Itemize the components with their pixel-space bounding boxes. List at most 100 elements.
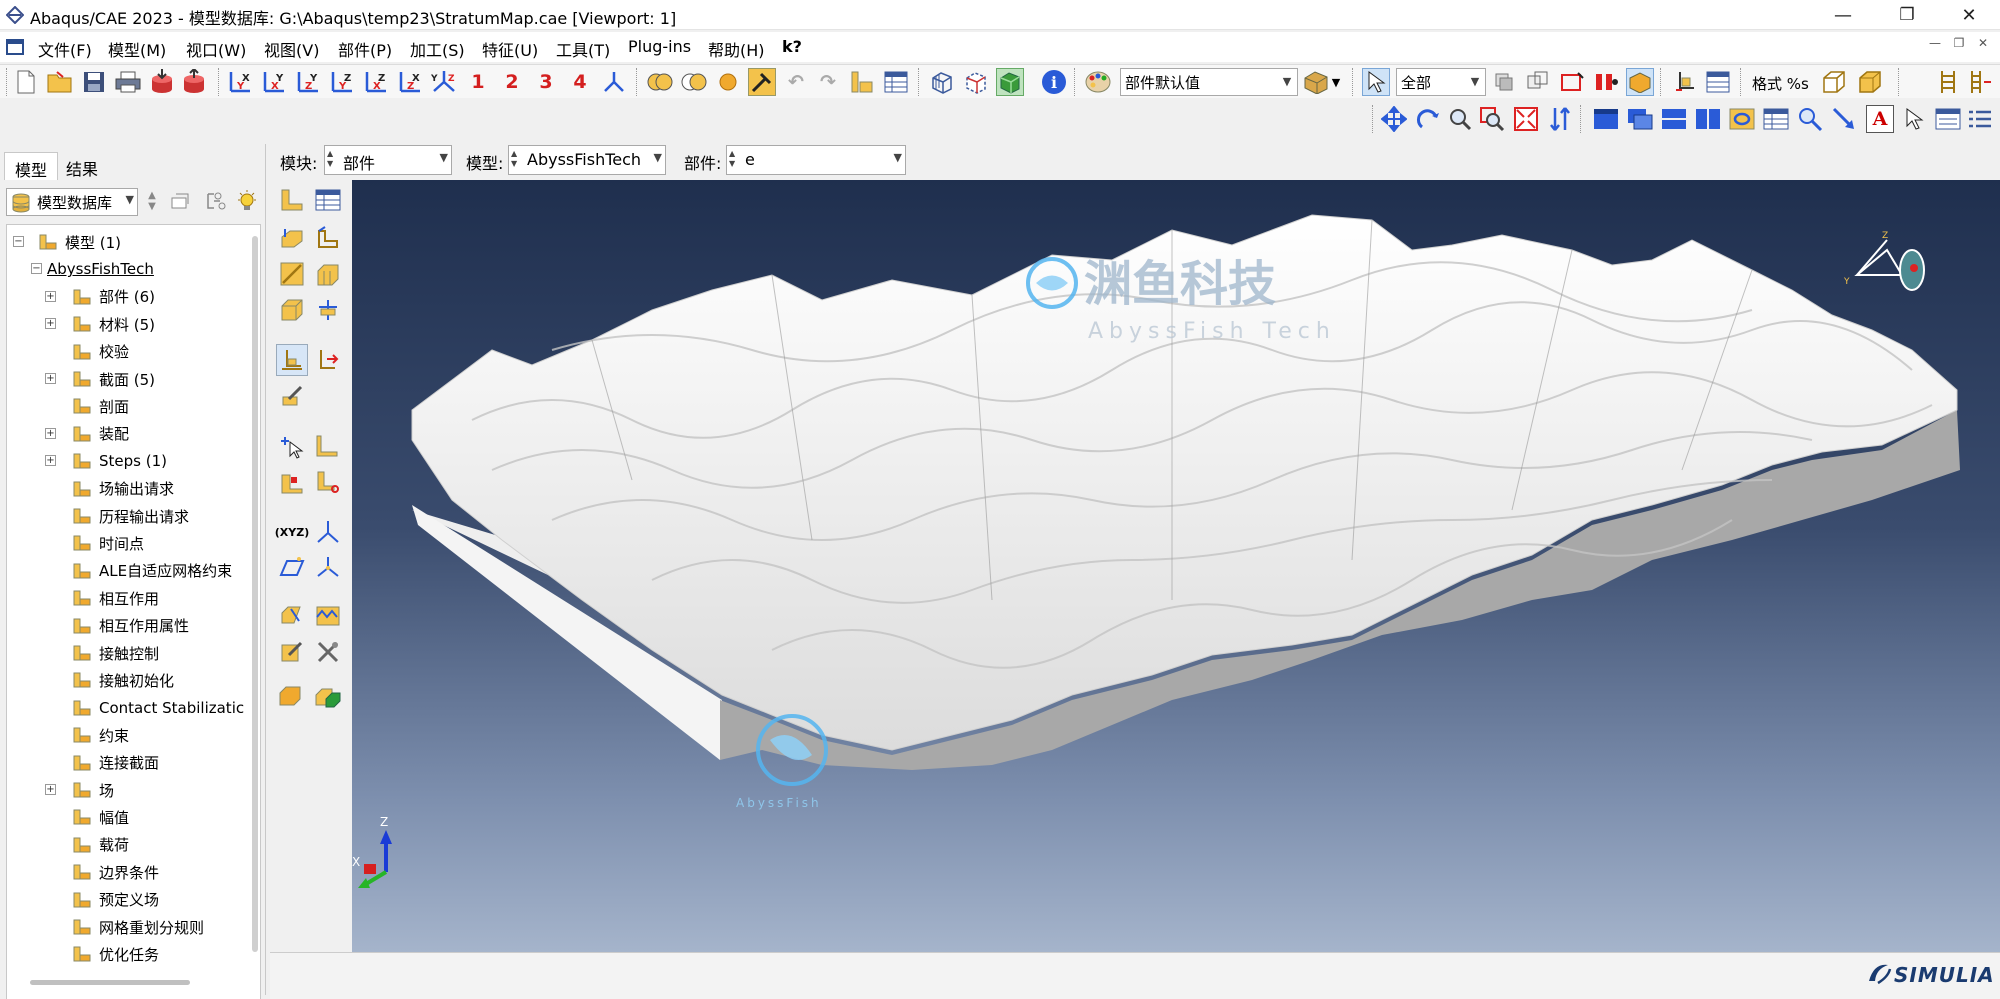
viewport-annotation-icon[interactable] [1728,105,1756,133]
tree-sort-icon[interactable]: ▲ ▼ [144,190,160,214]
viewport-cascade-icon[interactable] [1626,105,1654,133]
tree-expand-icon[interactable] [204,190,228,214]
view-iso-icon[interactable]: YZ [430,68,458,96]
model-select[interactable]: ▲ ▼ AbyssFishTech ▼ [508,145,666,175]
box-outline-icon[interactable] [1820,68,1848,96]
box-zoom-icon[interactable] [1478,105,1506,133]
edit-mesh-icon[interactable] [276,636,308,668]
menu-context-help[interactable]: k? [782,37,802,56]
tree-item[interactable]: 相互作用 [71,585,159,611]
csys-2-icon[interactable]: 2 [498,68,526,96]
view-xz-icon[interactable]: ZX [396,68,424,96]
view-xy-icon[interactable]: YX [226,68,254,96]
database-selector[interactable]: 模型数据库 ▼ [6,188,138,216]
tree-item[interactable]: 相互作用属性 [71,613,189,639]
view-cube-icon[interactable] [1854,239,1925,291]
coordinate-xyz-icon[interactable]: (XYZ) [275,516,309,548]
menu-model[interactable]: 模型(M) [108,37,166,61]
viewport-tile-vertical-icon[interactable] [1694,105,1722,133]
selection-filter-select[interactable]: 全部 ▼ [1396,68,1486,96]
tree-item[interactable]: 场输出请求 [71,476,174,502]
rectangle-select-icon[interactable] [1558,68,1586,96]
create-shell-icon[interactable] [312,222,344,254]
tree-item[interactable]: 网格重划分规则 [71,914,204,940]
cycle-views-icon[interactable] [1546,105,1574,133]
partition-icon[interactable] [312,294,344,326]
tree-item[interactable]: − 模型 (1) [13,229,121,255]
pointer-icon[interactable] [1900,105,1928,133]
tab-model[interactable]: 模型 [4,152,59,180]
menu-part[interactable]: 部件(P) [338,37,392,61]
expand-icon[interactable]: + [45,784,56,795]
tools-wrench-icon[interactable] [312,636,344,668]
tree-item[interactable]: 接触初始化 [71,667,174,693]
query-tool-icon[interactable] [748,68,776,96]
merge-instances-icon[interactable] [312,680,344,712]
view-options-icon[interactable] [1966,105,1994,133]
edit-feature-icon[interactable] [276,380,308,412]
view-yz-icon[interactable]: ZY [294,68,322,96]
dropdown-arrow-icon[interactable]: ▼ [1328,68,1344,96]
csys-3-icon[interactable]: 3 [532,68,560,96]
mdi-minimize-icon[interactable]: — [1926,36,1944,54]
magnifier-annotation-icon[interactable] [1796,105,1824,133]
open-folder-icon[interactable] [46,68,74,96]
text-annotation-icon[interactable]: A [1866,105,1894,133]
sketch-icon[interactable] [276,600,308,632]
tree-item[interactable]: 幅值 [71,804,129,830]
module-select[interactable]: ▲ ▼ 部件 ▼ [324,145,452,175]
select-arrow-icon[interactable] [1362,68,1390,96]
part-manager-icon[interactable] [312,184,344,216]
assign-stack-icon[interactable] [276,466,308,498]
create-part-icon[interactable] [276,184,308,216]
view-yx-icon[interactable]: XY [260,68,288,96]
tree-item[interactable]: 边界条件 [71,859,159,885]
tree-item[interactable]: 接触控制 [71,640,159,666]
view-zx-icon[interactable]: XZ [362,68,390,96]
sketch-plane-icon[interactable] [276,552,308,584]
datum-axis-icon[interactable] [312,344,344,376]
menu-tools[interactable]: 工具(T) [556,37,610,61]
lightbulb-icon[interactable] [236,190,260,214]
tree-item[interactable]: + 场 [45,777,114,803]
tree-item[interactable]: 时间点 [71,530,144,556]
expand-icon[interactable]: + [45,427,56,439]
ladder-icon[interactable] [1934,68,1962,96]
tree-item[interactable]: ALE自适应网格约束 [71,558,232,584]
tree-item[interactable]: 校验 [71,339,129,365]
rotate-icon[interactable] [1414,105,1442,133]
redo-icon[interactable]: ↷ [814,68,842,96]
print-icon[interactable] [114,68,142,96]
tree-item[interactable]: 历程输出请求 [71,503,189,529]
sphere-icon[interactable] [714,68,742,96]
render-style-select[interactable]: 部件默认值 ▼ [1120,68,1298,96]
render-wireframe-icon[interactable] [928,68,956,96]
datum-csys-icon[interactable] [1670,68,1698,96]
tree-item[interactable]: 优化任务 [71,941,159,967]
view-zy-icon[interactable]: YZ [328,68,356,96]
arrow-annotation-icon[interactable] [1830,105,1858,133]
tree-item[interactable]: + 装配 [45,421,129,447]
tree-item[interactable]: 剖面 [71,393,129,419]
csys-triad-icon[interactable] [600,68,628,96]
terrain-part-model[interactable]: 渊鱼科技 AbyssFish Tech AbyssFish Z Y Z X [352,180,2000,952]
tree-item[interactable]: 载荷 [71,832,129,858]
csys-4-icon[interactable]: 4 [566,68,594,96]
create-datum-plane-icon[interactable] [312,430,344,462]
menu-viewport[interactable]: 视口(W) [186,37,246,61]
datum-point-icon[interactable] [276,344,308,376]
box-solid-icon[interactable] [1856,68,1884,96]
tree-filter-icon[interactable] [170,190,194,214]
repair-icon[interactable] [312,466,344,498]
boolean-merge-icon[interactable] [680,68,708,96]
attach-ladder-icon[interactable] [1966,68,1994,96]
menu-feature[interactable]: 特征(U) [482,37,538,61]
tree-item[interactable]: + 材料 (5) [45,311,155,337]
new-file-icon[interactable] [12,68,40,96]
auto-fit-icon[interactable] [1512,105,1540,133]
query-select-icon[interactable] [276,430,308,462]
tree-vertical-scrollbar[interactable] [252,236,258,952]
tree-item[interactable]: + Steps (1) [45,448,167,474]
export-icon[interactable] [180,68,208,96]
viewport-table-icon[interactable] [1762,105,1790,133]
